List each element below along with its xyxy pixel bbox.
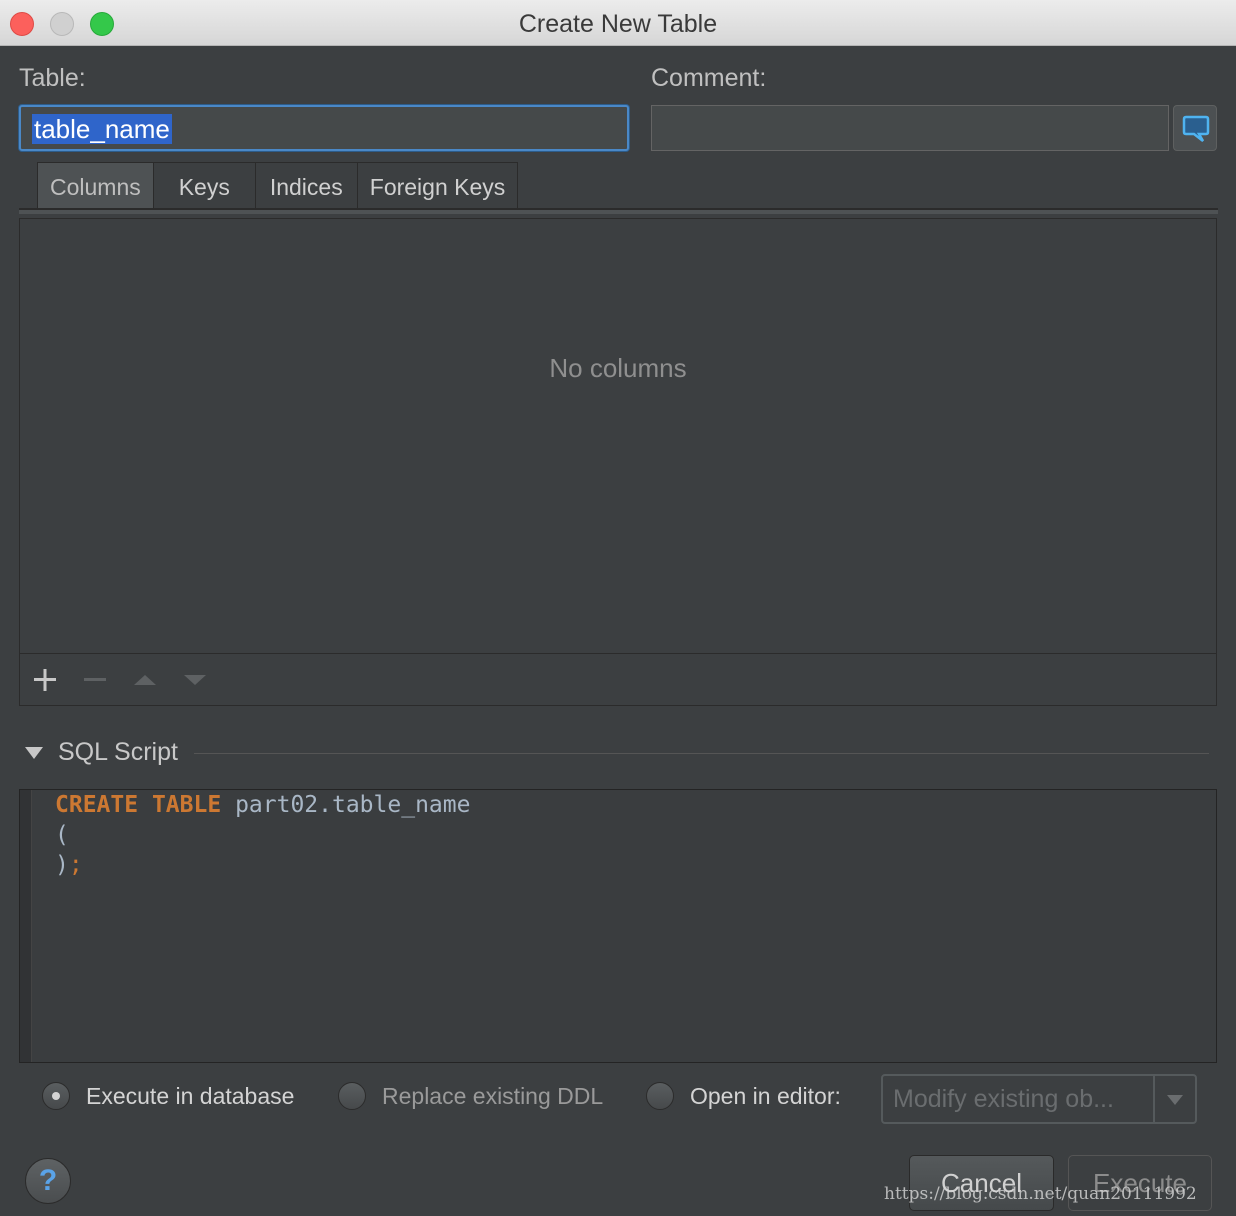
title-bar: Create New Table (0, 0, 1236, 46)
execute-in-database-radio[interactable] (42, 1082, 70, 1110)
execute-in-database-label[interactable]: Execute in database (86, 1083, 294, 1110)
collapse-triangle-icon (25, 747, 43, 759)
sql-semicolon: ; (68, 852, 83, 878)
arrow-up-icon (134, 675, 156, 685)
remove-column-button[interactable] (81, 666, 109, 694)
table-label: Table: (19, 64, 86, 92)
open-in-editor-label[interactable]: Open in editor: (690, 1083, 841, 1110)
arrow-down-icon (184, 675, 206, 685)
sql-script-title: SQL Script (58, 738, 178, 766)
columns-panel: No columns (19, 218, 1217, 706)
sql-code: CREATE TABLE part02.table_name ( ); (55, 790, 470, 880)
watermark-text: https://blog.csdn.net/quan20111992 (884, 1184, 1197, 1204)
table-name-input[interactable]: table_name (19, 105, 629, 151)
tab-foreign-keys[interactable]: Foreign Keys (356, 162, 519, 210)
help-button[interactable]: ? (25, 1158, 71, 1204)
sql-script-section-header[interactable]: SQL Script (24, 738, 1214, 770)
open-in-editor-radio[interactable] (646, 1082, 674, 1110)
editor-gutter (20, 790, 32, 1062)
tab-strip: Columns Keys Indices Foreign Keys (37, 162, 519, 210)
sql-close-paren: ) (55, 852, 69, 878)
sql-open-paren: ( (55, 822, 69, 848)
comment-label: Comment: (651, 64, 767, 92)
sql-script-editor[interactable]: CREATE TABLE part02.table_name ( ); (19, 789, 1217, 1063)
tab-indices[interactable]: Indices (254, 162, 358, 210)
sql-keyword-create: CREATE (55, 792, 139, 818)
edit-comment-button[interactable] (1173, 105, 1217, 151)
chevron-down-icon (1167, 1095, 1183, 1105)
tab-keys[interactable]: Keys (152, 162, 256, 210)
tab-divider (19, 208, 1218, 214)
dropdown-separator (1153, 1076, 1155, 1122)
sql-keyword-table: TABLE (151, 792, 222, 818)
editor-code-area: CREATE TABLE part02.table_name ( ); (32, 790, 1216, 1062)
editor-mode-value: Modify existing ob... (893, 1085, 1114, 1113)
editor-mode-dropdown[interactable]: Modify existing ob... (881, 1074, 1197, 1124)
minus-icon (84, 678, 106, 681)
comment-input[interactable] (651, 105, 1169, 151)
add-column-button[interactable] (31, 666, 59, 694)
move-column-down-button[interactable] (181, 666, 209, 694)
replace-existing-ddl-label[interactable]: Replace existing DDL (382, 1083, 603, 1110)
move-column-up-button[interactable] (131, 666, 159, 694)
plus-icon (34, 669, 56, 691)
empty-columns-message: No columns (549, 353, 687, 383)
speech-bubble-icon (1182, 115, 1210, 142)
table-name-selected-text: table_name (32, 114, 172, 144)
tab-columns[interactable]: Columns (37, 162, 154, 210)
replace-existing-ddl-radio[interactable] (338, 1082, 366, 1110)
window-title: Create New Table (518, 10, 718, 38)
columns-toolbar (20, 653, 1216, 705)
sql-table-identifier: part02.table_name (235, 792, 471, 818)
section-divider (194, 753, 1209, 754)
